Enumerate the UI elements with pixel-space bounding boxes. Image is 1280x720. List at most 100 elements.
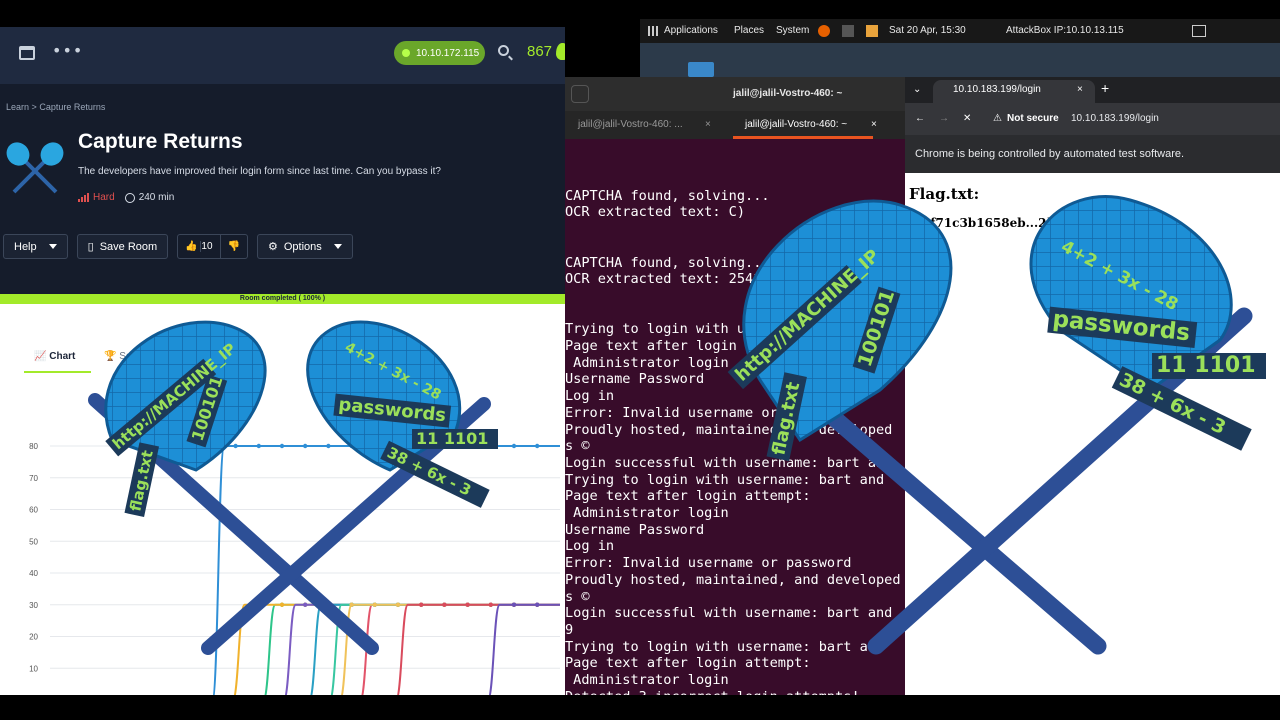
- security-label[interactable]: Not secure: [1007, 113, 1059, 124]
- data-point: [535, 602, 540, 607]
- close-icon[interactable]: ×: [705, 119, 711, 130]
- terminal-line: Log in: [565, 388, 615, 405]
- apps-grid-icon[interactable]: [648, 26, 658, 36]
- data-point: [442, 602, 447, 607]
- data-point: [326, 602, 331, 607]
- stop-icon[interactable]: ✕: [963, 113, 971, 124]
- save-room-label: Save Room: [99, 240, 158, 253]
- data-point: [279, 602, 285, 607]
- difficulty-bars-icon: [78, 193, 89, 202]
- data-point: [395, 443, 401, 449]
- screen: ••• 10.10.172.115 867 Learn > Capture Re…: [0, 0, 1280, 720]
- chevron-down-icon: [48, 244, 57, 249]
- duration-label: 240 min: [138, 192, 175, 203]
- menu-places[interactable]: Places: [734, 25, 764, 36]
- save-room-button[interactable]: ▯ Save Room: [76, 234, 169, 259]
- progress-label: Room completed ( 100% ): [239, 295, 326, 302]
- launcher-icon[interactable]: [866, 25, 878, 37]
- data-point: [488, 443, 493, 449]
- terminal-tab-2[interactable]: jalil@jalil-Vostro-460: ~: [745, 119, 847, 130]
- data-point: [511, 602, 517, 607]
- screen-icon[interactable]: [1192, 25, 1206, 37]
- flag-value: f7af71c3b1658eb...2}: [909, 216, 1055, 230]
- thumbs-down-button[interactable]: 👎: [219, 235, 247, 258]
- y-tick-label: 30: [29, 601, 38, 610]
- series-line-urck: [396, 603, 560, 695]
- series-line-Zebra84: [361, 603, 560, 695]
- address-bar[interactable]: 10.10.183.199/login: [1071, 113, 1159, 124]
- breadcrumb: Learn > Capture Returns: [6, 102, 105, 112]
- desktop-background: [640, 43, 1280, 77]
- terminal-line: Trying to login with username: bart and: [565, 471, 885, 488]
- gear-icon: ⚙: [267, 241, 278, 253]
- close-icon[interactable]: ×: [1077, 84, 1083, 95]
- vote-group: 👍 10 👎: [177, 234, 248, 259]
- help-label: Help: [14, 240, 37, 253]
- terminal-line: CAPTCHA found, solving...: [565, 187, 770, 204]
- options-button[interactable]: ⚙ Options: [256, 234, 353, 259]
- terminal-line: Administrator login: [565, 354, 729, 371]
- datetime: Sat 20 Apr, 15:30: [889, 25, 966, 36]
- series-line-sean: [310, 603, 560, 695]
- y-tick-label: 60: [29, 506, 38, 515]
- terminal-line: OCR extracted text: C): [565, 204, 746, 221]
- terminal-line: Administrator login: [565, 672, 729, 689]
- breadcrumb-separator: >: [31, 102, 37, 112]
- terminal-tabs: jalil@jalil-Vostro-460: ... × jalil@jali…: [565, 111, 905, 139]
- terminal-line: Login successful with username: bart and: [565, 454, 893, 471]
- ubuntu-top-panel: Applications Places System Sat 20 Apr, 1…: [640, 19, 1280, 43]
- duration: 240 min: [124, 192, 175, 203]
- options-label: Options: [283, 240, 322, 253]
- firefox-icon[interactable]: [818, 25, 830, 37]
- folder-icon[interactable]: [688, 62, 714, 77]
- back-icon[interactable]: ←: [915, 113, 925, 124]
- tab-search-icon[interactable]: ⌄: [913, 84, 921, 95]
- series-line-0day: [264, 603, 560, 695]
- data-point: [256, 602, 261, 607]
- terminal-icon[interactable]: [842, 25, 854, 37]
- data-point: [233, 443, 238, 449]
- thumbs-down-icon: 👎: [227, 241, 240, 252]
- terminal-output[interactable]: CAPTCHA found, solving... OCR extracted t…: [565, 171, 901, 695]
- room-title: Capture Returns: [78, 130, 243, 153]
- terminal-line: Trying to login with username: bart and: [565, 638, 885, 655]
- breadcrumb-room[interactable]: Capture Returns: [39, 102, 105, 112]
- warning-icon: ⚠: [993, 113, 1002, 124]
- data-point: [511, 443, 517, 449]
- y-tick-label: 10: [29, 664, 38, 673]
- room-progress-bar: Room completed ( 100% ): [0, 294, 565, 304]
- terminal-line: Trying to login with u: [565, 321, 746, 338]
- breadcrumb-learn[interactable]: Learn: [6, 102, 29, 112]
- terminal-line: Error: Invalid username or: [565, 404, 778, 421]
- y-tick-label: 20: [29, 633, 38, 642]
- data-point: [488, 602, 493, 607]
- chevron-down-icon: [333, 244, 342, 249]
- search-icon[interactable]: [498, 45, 509, 56]
- data-point: [465, 602, 470, 607]
- leaderboard-chart: 01020304050607080jaxafed0day0xb0bZebra84…: [29, 442, 560, 695]
- room-meta: Hard 240 min: [78, 192, 174, 203]
- new-tab-icon[interactable]: +: [1101, 80, 1109, 96]
- series-line-cyberaguiar: [340, 603, 560, 695]
- terminal-line: OCR extracted text: 254*9=?: [565, 271, 786, 288]
- automation-message: Chrome is being controlled by automated …: [915, 148, 1185, 160]
- more-icon[interactable]: •••: [52, 41, 83, 60]
- terminal-line: Log in: [565, 538, 615, 555]
- thumbs-up-button[interactable]: 👍 10: [178, 235, 219, 258]
- close-icon[interactable]: ×: [871, 119, 877, 130]
- y-tick-label: 40: [29, 569, 38, 578]
- forward-icon[interactable]: →: [939, 113, 949, 124]
- terminal-tab-1[interactable]: jalil@jalil-Vostro-460: ...: [578, 119, 683, 130]
- status-dot-icon: [402, 49, 410, 57]
- help-button[interactable]: Help: [3, 234, 68, 259]
- menu-applications[interactable]: Applications: [664, 25, 718, 36]
- new-tab-icon[interactable]: [571, 85, 589, 103]
- window-icon[interactable]: [19, 46, 35, 60]
- terminal-line: Page text after login: [565, 338, 737, 355]
- data-point: [349, 602, 354, 607]
- machine-ip-badge[interactable]: 10.10.172.115: [394, 41, 485, 65]
- chrome-tabstrip: ⌄ 10.10.183.199/login × +: [905, 77, 1280, 103]
- menu-system[interactable]: System: [776, 25, 809, 36]
